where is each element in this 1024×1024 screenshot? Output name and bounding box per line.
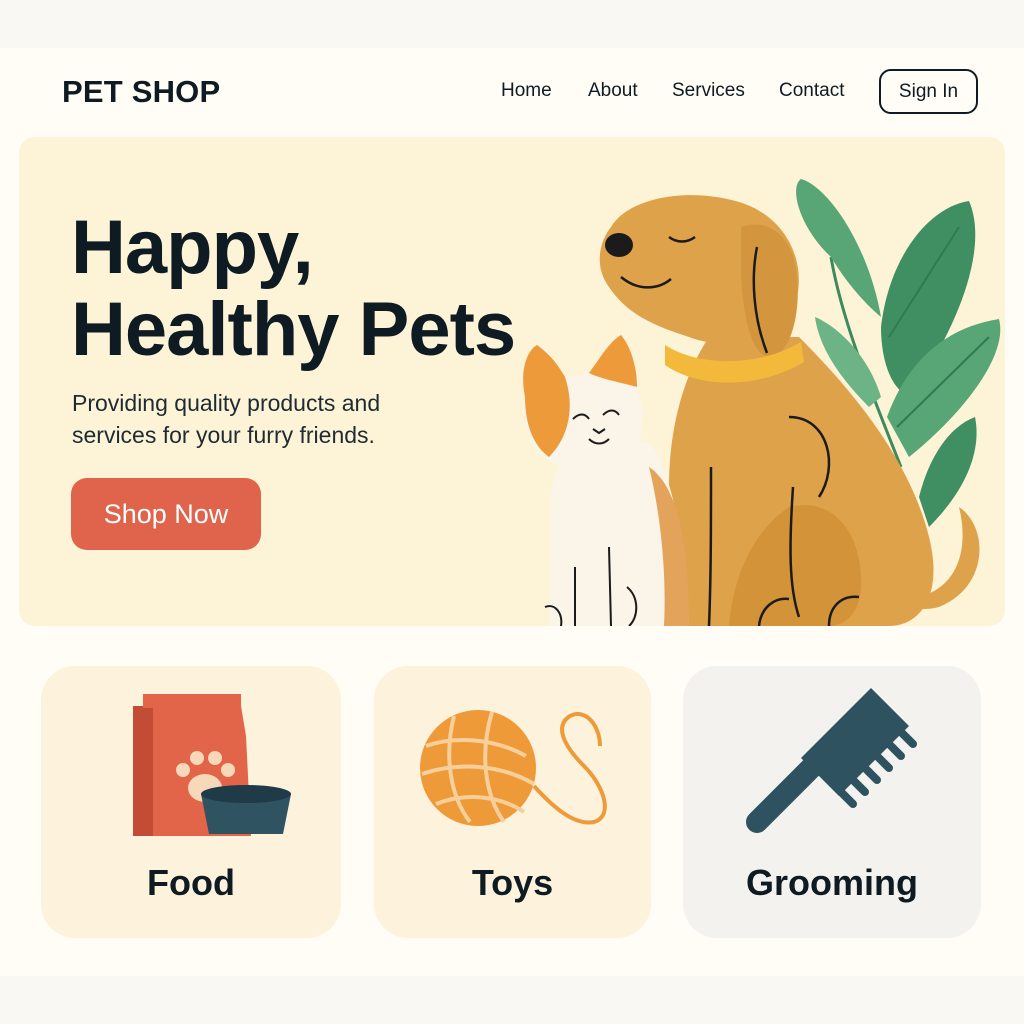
brand-logo[interactable]: PET SHOP [62, 74, 220, 110]
cat-illustration [523, 335, 689, 626]
hero-title-line-2: Healthy Pets [71, 287, 516, 372]
page: PET SHOP Home About Services Contact Sig… [0, 48, 1024, 976]
hero-title-line-1: Happy, [71, 205, 314, 290]
category-card-toys[interactable]: Toys [374, 666, 651, 938]
hero-subtitle-line-2: services for your furry friends. [72, 422, 375, 448]
hero-subtitle-line-1: Providing quality products and [72, 390, 381, 416]
category-label-toys: Toys [471, 862, 554, 903]
nav-contact-link[interactable]: Contact [779, 80, 844, 102]
hero-illustration [523, 179, 1001, 626]
hero-banner: Happy, Healthy Pets Providing quality pr… [19, 137, 1005, 626]
category-label-food: Food [147, 862, 235, 903]
nav-home-link[interactable]: Home [501, 80, 552, 102]
sign-in-button[interactable]: Sign In [879, 69, 978, 114]
shop-now-button[interactable]: Shop Now [71, 478, 261, 550]
food-bag-icon [133, 694, 291, 836]
nav-about-link[interactable]: About [588, 80, 638, 102]
yarn-ball-icon [420, 710, 607, 826]
category-label-grooming: Grooming [746, 862, 918, 903]
category-card-food[interactable]: Food [41, 666, 341, 938]
hero-title: Happy, Healthy Pets [71, 205, 516, 372]
category-card-grooming[interactable]: Grooming [683, 666, 981, 938]
comb-icon [746, 688, 917, 833]
site-header: PET SHOP Home About Services Contact Sig… [0, 48, 1024, 138]
nav-services-link[interactable]: Services [672, 80, 745, 102]
hero-subtitle: Providing quality products and services … [72, 387, 452, 451]
